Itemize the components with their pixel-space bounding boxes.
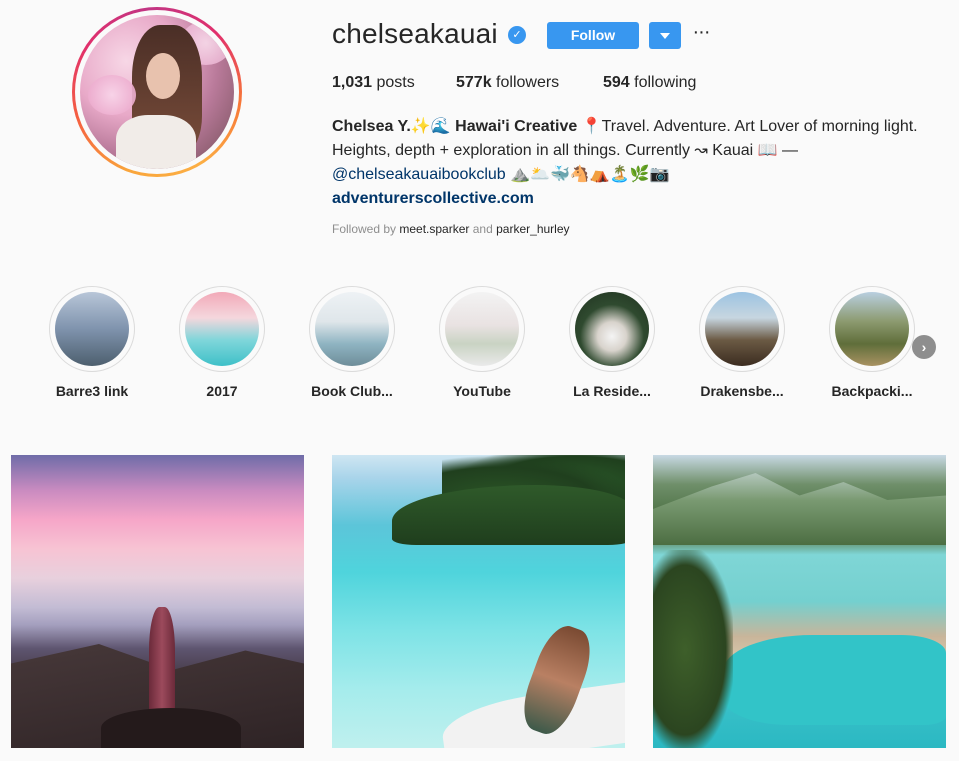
post-image-rock <box>101 708 241 748</box>
bio-line-3: @chelseakauaibookclub ⛰️🌥️🐳🐴⛺🏝️🌿📷 <box>332 163 942 187</box>
followers-stat[interactable]: 577k followers <box>456 74 559 92</box>
post-image-mountains <box>653 473 946 545</box>
avatar-blossom <box>88 75 136 115</box>
followers-label: followers <box>496 74 560 91</box>
post-image-tree <box>653 550 733 748</box>
post-image-island <box>392 485 625 545</box>
highlight-label: Backpacki... <box>831 383 913 399</box>
suggestions-dropdown-button[interactable] <box>649 22 681 49</box>
highlight-ring <box>439 286 525 372</box>
following-count: 594 <box>603 74 630 91</box>
highlight-ring <box>179 286 265 372</box>
profile-username: chelseakauai <box>332 18 498 49</box>
posts-count: 1,031 <box>332 74 373 91</box>
following-stat[interactable]: 594 following <box>603 74 696 92</box>
avatar-image <box>80 15 234 169</box>
post-thumbnail[interactable] <box>11 455 304 748</box>
posts-label: posts <box>376 74 415 91</box>
highlight-label: 2017 <box>206 383 238 399</box>
post-image-figure <box>149 607 175 717</box>
highlight-cover <box>185 292 259 366</box>
bio-emojis: ⛰️🌥️🐳🐴⛺🏝️🌿📷 <box>505 166 670 183</box>
highlight-item[interactable]: 2017 <box>179 286 265 399</box>
highlight-cover <box>315 292 389 366</box>
profile-bio: Chelsea Y.✨🌊 Hawai'i Creative 📍Travel. A… <box>332 115 942 211</box>
following-label: following <box>634 74 697 91</box>
highlight-ring <box>569 286 655 372</box>
chevron-right-icon[interactable]: › <box>912 335 936 359</box>
highlight-ring <box>49 286 135 372</box>
followed-by-conjunction: and <box>472 222 493 236</box>
post-thumbnail[interactable] <box>332 455 625 748</box>
profile-full-name: Chelsea Y.✨🌊 Hawai'i Creative <box>332 118 578 135</box>
followed-by-user-link[interactable]: meet.sparker <box>399 222 469 236</box>
followers-count: 577k <box>456 74 492 91</box>
highlight-item[interactable]: Barre3 link <box>49 286 135 399</box>
posts-stat: 1,031 posts <box>332 74 415 92</box>
chevron-down-icon <box>660 33 670 39</box>
bio-line-1: Chelsea Y.✨🌊 Hawai'i Creative 📍Travel. A… <box>332 115 942 139</box>
highlight-item[interactable]: La Reside... <box>569 286 655 399</box>
highlight-cover <box>575 292 649 366</box>
bio-line-2: Heights, depth + exploration in all thin… <box>332 142 799 159</box>
verified-badge-icon: ✓ <box>508 26 526 44</box>
followed-by-text: Followed by meet.sparker and parker_hurl… <box>332 222 570 236</box>
followed-by-user-link[interactable]: parker_hurley <box>496 222 569 236</box>
bio-website-link[interactable]: adventurerscollective.com <box>332 190 534 207</box>
bio-line-4: adventurerscollective.com <box>332 187 942 211</box>
avatar-face <box>146 53 180 99</box>
highlight-cover <box>55 292 129 366</box>
profile-avatar[interactable] <box>72 7 242 177</box>
highlight-item[interactable]: Book Club... <box>309 286 395 399</box>
bio-mention-link[interactable]: @chelseakauaibookclub <box>332 166 506 183</box>
bio-text: 📍Travel. Adventure. Art Lover of morning… <box>577 118 918 135</box>
highlight-item[interactable]: Backpacki... <box>829 286 915 399</box>
follow-button[interactable]: Follow <box>547 22 639 49</box>
followed-by-prefix: Followed by <box>332 222 397 236</box>
highlight-label: Book Club... <box>311 383 393 399</box>
highlight-item[interactable]: Drakensbe... <box>699 286 785 399</box>
highlight-cover <box>835 292 909 366</box>
highlight-cover <box>705 292 779 366</box>
highlight-label: Drakensbe... <box>700 383 784 399</box>
highlight-label: YouTube <box>453 383 511 399</box>
highlight-ring <box>699 286 785 372</box>
post-image-bay <box>723 635 946 725</box>
avatar-shirt <box>116 115 196 169</box>
post-thumbnail[interactable] <box>653 455 946 748</box>
more-options-icon[interactable]: ··· <box>691 22 711 49</box>
highlight-cover <box>445 292 519 366</box>
highlight-label: La Reside... <box>573 383 651 399</box>
highlight-label: Barre3 link <box>55 383 129 399</box>
highlight-ring <box>829 286 915 372</box>
highlight-ring <box>309 286 395 372</box>
highlight-item[interactable]: YouTube <box>439 286 525 399</box>
avatar-ring-gap <box>75 10 239 174</box>
